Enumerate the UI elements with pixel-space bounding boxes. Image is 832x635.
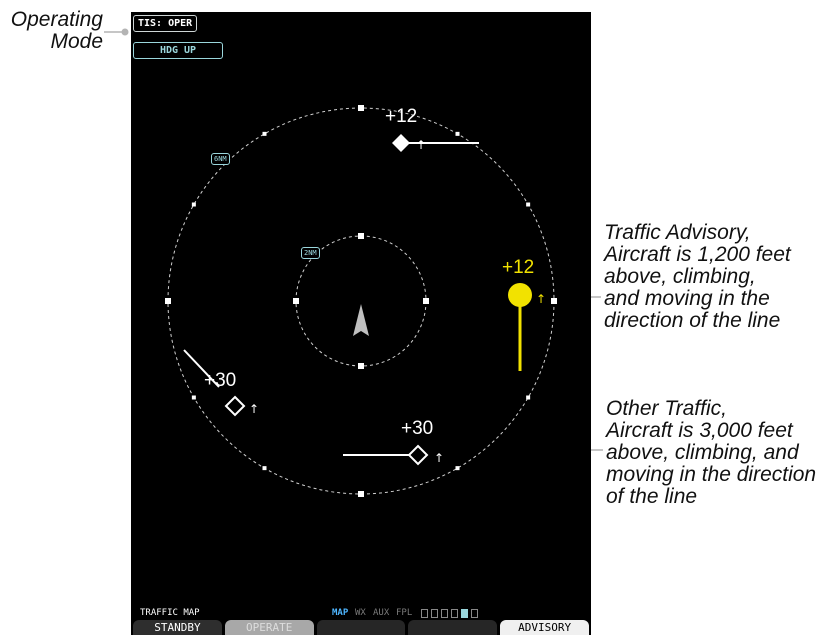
- callout-line: Aircraft is 3,000 feet: [606, 419, 793, 442]
- traffic-advisory-callout: Traffic Advisory, Aircraft is 1,200 feet…: [604, 222, 791, 332]
- callout-line: Aircraft is 1,200 feet: [604, 243, 791, 266]
- other-traffic-diamond-icon: [407, 444, 429, 466]
- callout-line: above, climbing, and: [606, 441, 799, 464]
- softkey-standby[interactable]: STANDBY: [133, 620, 222, 635]
- callout-line: Operating: [10, 8, 103, 31]
- page-indicator-box-active: [461, 609, 468, 618]
- callout-line: above, climbing,: [604, 265, 756, 288]
- traffic-display-screen: TIS: OPER HDG UP ↑ ↑ ↑ ↑ 6NM 2NM +12 +12…: [131, 12, 591, 635]
- ring-tick: [191, 202, 196, 207]
- ring-tick: [262, 131, 267, 136]
- climb-arrow-icon: ↑: [434, 451, 444, 465]
- other-traffic-diamond-icon: [224, 395, 246, 417]
- ring-tick: [358, 491, 364, 497]
- outer-range-label: 6NM: [211, 153, 230, 165]
- callout-line: of the line: [606, 485, 698, 508]
- other-traffic-callout: Other Traffic, Aircraft is 3,000 feet ab…: [606, 398, 816, 508]
- page-indicator-box: [451, 609, 458, 618]
- climb-arrow-icon: ↑: [536, 292, 546, 306]
- page-indicator-box: [431, 609, 438, 618]
- ring-tick: [551, 298, 557, 304]
- other-traffic-diamond-icon: [392, 134, 410, 152]
- softkey-blank-4[interactable]: [408, 620, 498, 635]
- own-aircraft-icon: [353, 304, 369, 336]
- softkey-operate[interactable]: OPERATE: [224, 620, 314, 635]
- traffic-altitude-label: +12: [385, 106, 418, 127]
- advisory-altitude-label: +12: [502, 257, 535, 278]
- traffic-map: ↑ ↑ ↑ ↑: [165, 105, 557, 497]
- callout-line: Other Traffic,: [606, 397, 727, 420]
- ring-tick: [293, 298, 299, 304]
- ring-tick: [455, 131, 460, 136]
- ring-tick: [526, 395, 531, 400]
- callout-line: and moving in the: [604, 287, 770, 310]
- ring-tick: [358, 363, 364, 369]
- leader-dot: [121, 28, 129, 36]
- callout-line: Traffic Advisory,: [604, 221, 751, 244]
- operating-mode-callout: Operating Mode: [8, 9, 103, 53]
- climb-arrow-icon: ↑: [416, 138, 426, 152]
- callout-line: direction of the line: [604, 309, 781, 332]
- ring-tick: [262, 466, 267, 471]
- inner-range-label: 2NM: [301, 247, 320, 259]
- callout-line: Mode: [50, 30, 103, 53]
- ring-tick: [358, 233, 364, 239]
- ring-tick: [423, 298, 429, 304]
- page-indicator: [421, 609, 478, 618]
- ring-tick: [191, 395, 196, 400]
- page-indicator-box: [471, 609, 478, 618]
- outer-range-ring: [167, 107, 555, 495]
- traffic-altitude-label: +30: [401, 418, 434, 439]
- softkey-bar: STANDBY OPERATE ADVISORY: [133, 620, 589, 635]
- softkey-blank-3[interactable]: [316, 620, 406, 635]
- page-indicator-box: [421, 609, 428, 618]
- ring-tick: [358, 105, 364, 111]
- ring-tick: [455, 466, 460, 471]
- page-group-wx[interactable]: WX: [355, 608, 366, 618]
- softkey-advisory[interactable]: ADVISORY: [500, 620, 589, 635]
- page-group-fpl[interactable]: FPL: [396, 608, 412, 618]
- page-group-aux[interactable]: AUX: [373, 608, 389, 618]
- climb-arrow-icon: ↑: [249, 402, 259, 416]
- page-title: TRAFFIC MAP: [140, 608, 200, 618]
- page-indicator-box: [441, 609, 448, 618]
- traffic-altitude-label: +30: [204, 370, 237, 391]
- ring-tick: [165, 298, 171, 304]
- status-bar: TRAFFIC MAP MAP WX AUX FPL: [131, 607, 591, 619]
- page-group-map[interactable]: MAP: [332, 608, 348, 618]
- ring-tick: [526, 202, 531, 207]
- traffic-advisory-circle-icon: [508, 283, 532, 307]
- callout-line: moving in the direction: [606, 463, 817, 486]
